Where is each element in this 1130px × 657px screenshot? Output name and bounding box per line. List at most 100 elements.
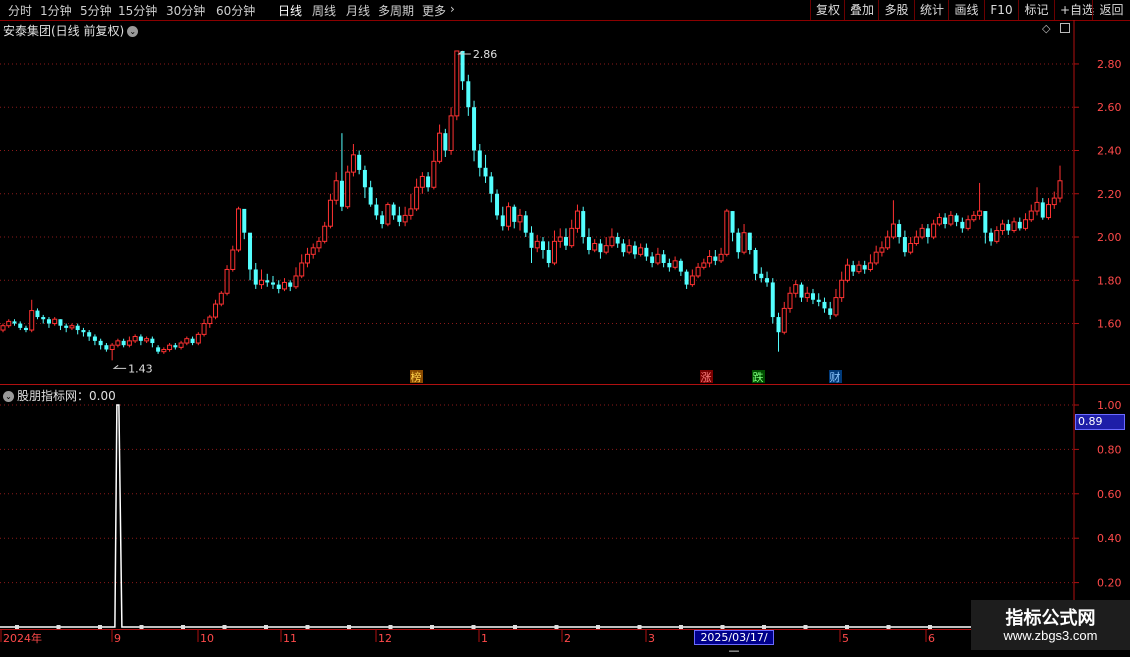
indicator-dropdown-icon[interactable]: ⌄ [3,391,14,402]
candle-body-83 [477,150,482,168]
candle-body-43 [248,232,253,270]
candle-body-184 [1057,180,1063,199]
time-label-2: 10 [200,632,214,645]
candle-body-39 [224,268,230,294]
candle-body-167 [960,221,965,229]
layout-toggle-icon[interactable] [1060,23,1070,33]
candle-body-87 [500,215,505,227]
price-tick-label-4: 2.00 [1097,231,1122,244]
candle-body-117 [672,260,678,268]
toolbar-button-0[interactable]: 复权 [810,0,844,20]
candle-body-0 [0,325,6,331]
toolbar-button-2[interactable]: 多股 [878,0,914,20]
candle-body-128 [736,232,741,253]
indicator-value-badge: 0.89 [1075,414,1125,430]
candle-body-36 [207,316,213,325]
period-tab-1[interactable]: 1分钟 [40,2,72,19]
candle-body-64 [368,187,373,205]
candle-body-11 [64,325,69,328]
period-tab-4[interactable]: 30分钟 [166,2,205,19]
high-price-label: 2.86 [473,48,498,61]
chart-canvas: 2.80 2.60 2.40 2.20 2.00 1.80 1.60 2.86 1.43 榜 涨 跌 财… [0,20,1130,645]
watermark-url: www.zbgs3.com [1003,628,1098,643]
candle-body-181 [1040,202,1045,218]
period-tab-0[interactable]: 分时 [8,2,32,19]
time-label-1: 9 [114,632,121,645]
toolbar-button-6[interactable]: 标记 [1018,0,1054,20]
candle-body-137 [787,292,793,309]
candle-body-152 [873,251,879,264]
candle-body-29 [167,344,173,351]
high-pointer [457,50,471,55]
toolbar-button-8[interactable]: 返回 [1092,0,1130,20]
event-marker-1: 涨 [701,371,712,384]
candle-body-159 [913,236,919,245]
period-tab-8[interactable]: 月线 [346,2,370,19]
price-tick-label-1: 2.60 [1097,101,1122,114]
candle-body-59 [339,180,344,207]
candle-body-113 [650,256,655,263]
candle-body-19 [109,344,115,351]
candle-body-48 [276,284,281,289]
time-label-4: 12 [378,632,392,645]
indicator-dot-12 [513,625,517,629]
candle-body-27 [156,347,161,352]
period-tab-5[interactable]: 60分钟 [216,2,255,19]
period-tab-6[interactable]: 日线 [278,2,302,19]
candle-body-25 [144,338,150,342]
time-label-7: 3 [648,632,655,645]
candle-body-119 [684,271,689,285]
event-marker-bg-1 [700,370,713,383]
candle-body-38 [218,292,224,305]
price-tick-label-0: 2.80 [1097,58,1122,71]
indicator-tick-label-3: 0.40 [1097,532,1122,545]
candle-body-91 [523,215,528,233]
diamond-icon[interactable]: ◇ [1042,22,1050,35]
indicator-dot-5 [222,625,227,629]
candle-body-9 [52,318,58,325]
toolbar-button-3[interactable]: 统计 [914,0,948,20]
candle-body-58 [333,180,339,201]
period-tab-10[interactable]: 更多 [422,2,446,19]
candle-body-10 [58,319,63,326]
candle-body-134 [770,282,775,318]
candle-body-50 [288,282,293,287]
low-pointer [112,364,127,369]
candle-body-115 [661,254,666,263]
chevron-right-icon[interactable]: › [450,2,455,16]
candle-body-17 [98,340,103,346]
candle-body-56 [322,225,328,242]
price-tick-label-5: 1.80 [1097,274,1122,287]
candle-body-145 [833,297,839,316]
candle-body-166 [954,215,959,222]
candle-body-144 [828,308,833,315]
candle-body-1 [6,320,12,327]
indicator-dot-20 [845,625,849,629]
candle-body-93 [534,240,540,249]
dropdown-icon[interactable]: ⌄ [127,26,139,37]
toolbar-button-7[interactable]: +自选 [1054,0,1094,20]
candle-body-33 [190,338,195,344]
candle-body-26 [150,338,155,344]
candle-body-80 [460,50,465,82]
candle-body-72 [414,186,420,210]
toolbar-button-5[interactable]: F10 [984,0,1018,20]
time-label-5: 1 [481,632,488,645]
candle-body-103 [592,243,598,251]
candle-body-116 [667,262,672,268]
indicator-dot-13 [554,625,559,629]
toolbar-button-4[interactable]: 画线 [948,0,984,20]
candle-body-171 [983,211,988,233]
candle-body-126 [724,210,730,255]
period-tab-9[interactable]: 多周期 [378,2,414,19]
low-price-label: 1.43 [128,362,153,375]
period-tab-7[interactable]: 周线 [312,2,336,19]
candle-body-54 [310,247,316,255]
candle-body-53 [304,253,310,264]
toolbar-button-1[interactable]: 叠加 [844,0,878,20]
period-tab-3[interactable]: 15分钟 [118,2,157,19]
candle-body-151 [867,262,873,270]
period-tab-2[interactable]: 5分钟 [80,2,112,19]
candle-body-132 [759,273,764,279]
candle-body-106 [609,236,615,247]
